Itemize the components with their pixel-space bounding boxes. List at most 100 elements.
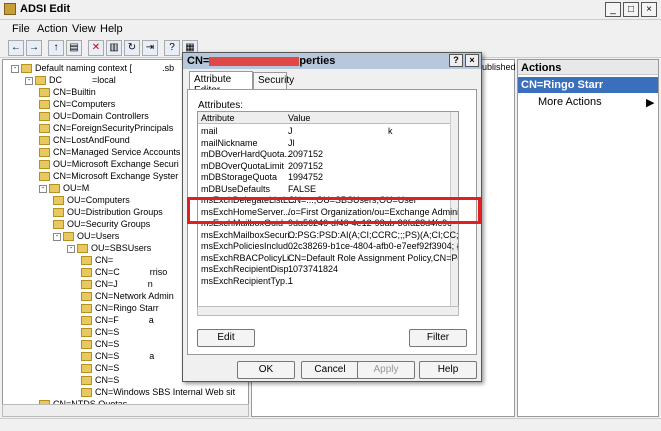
attribute-name: msExchRBACPolicyLi... [201,252,297,263]
expand-toggle-icon[interactable]: - [11,64,19,73]
apply-button[interactable]: Apply [357,361,415,379]
column-value[interactable]: Value [285,112,450,124]
expand-toggle-icon[interactable]: - [25,76,33,85]
tree-item[interactable]: OU=Security Groups [53,218,150,230]
tree-horizontal-scrollbar[interactable] [2,404,249,417]
expand-toggle-icon[interactable]: - [67,244,75,253]
actions-selected-item[interactable]: CN=Ringo Starr [518,77,658,93]
up-folder-icon[interactable]: ↑ [48,40,64,56]
tree-item[interactable]: - OU=M [39,182,89,194]
attribute-row[interactable]: mDBUseDefaults FALSE [198,183,448,195]
forward-arrow-icon[interactable]: → [26,40,42,56]
tree-item-label: OU=M [63,183,90,193]
more-actions-link[interactable]: More Actions ▶ [538,96,654,109]
menu-action[interactable]: Action [37,23,68,35]
tree-item[interactable]: CN= [81,254,113,266]
tree-item[interactable]: CN=S a [81,350,154,362]
minimize-button[interactable]: _ [605,2,621,17]
cancel-button[interactable]: Cancel [301,361,359,379]
maximize-button[interactable]: □ [623,2,639,17]
attribute-row[interactable]: mail Jk [198,125,448,137]
attribute-row[interactable]: mDBOverHardQuota... 2097152 [198,148,448,160]
attribute-name: mDBUseDefaults [201,183,271,194]
tree-item[interactable]: CN=Builtin [39,86,96,98]
dialog-help-button[interactable]: ? [449,54,463,67]
tree-item-label: OU=Distribution Groups [67,207,163,217]
tree-item[interactable]: CN=ForeignSecurityPrincipals [39,122,173,134]
tree-item[interactable]: CN=S [81,338,119,350]
help-button[interactable]: Help [419,361,477,379]
tab-security[interactable]: Security [253,72,294,89]
tree-item-label: DC [49,75,62,85]
attribute-value: 2097152 [288,160,324,171]
dialog-close-button[interactable]: × [465,54,479,67]
tree-item[interactable]: - DC =local [25,74,116,86]
edit-button[interactable]: Edit [197,329,255,347]
tree-item[interactable]: CN=J n [81,278,153,290]
expand-toggle-icon[interactable]: - [53,232,61,241]
highlight-box [187,197,481,224]
tree-item[interactable]: CN=Windows SBS Internal Web sit [81,386,235,398]
folder-icon [39,88,50,98]
attribute-row[interactable]: mDBOverQuotaLimit 2097152 [198,160,448,172]
tree-item-label: CN=J [95,279,118,289]
dialog-title-suffix: perties [299,55,336,67]
tree-item[interactable]: CN=Network Admin [81,290,174,302]
attribute-row[interactable]: msExchRBACPolicyLi... CN=Default Role Ass… [198,252,458,264]
tree-item[interactable]: - Default naming context [.sb [11,62,174,74]
attribute-row[interactable]: msExchMailboxSecuri... O:PSG:PSD:AI(A;CI;… [198,229,458,241]
tree-item[interactable]: CN=Computers [39,98,115,110]
column-attribute[interactable]: Attribute [198,112,285,124]
tree-item-label: CN=LostAndFound [53,135,130,145]
export-list-icon[interactable]: ⇥ [142,40,158,56]
attribute-row[interactable]: mailNickname Jl [198,137,448,149]
expand-toggle-icon[interactable]: - [39,184,47,193]
attribute-value: J [288,126,293,136]
show-tree-icon[interactable]: ▤ [66,40,82,56]
menu-view[interactable]: View [72,23,96,35]
tree-item[interactable]: - OU=Users [53,230,119,242]
folder-icon [81,352,92,362]
filter-button[interactable]: Filter [409,329,467,347]
tree-item[interactable]: - OU=SBSUsers [67,242,151,254]
folder-icon [81,376,92,386]
tree-item-suffix: rriso [149,267,168,277]
tree-item[interactable]: CN=Ringo Starr [81,302,159,314]
close-button[interactable]: × [641,2,657,17]
folder-icon [39,100,50,110]
properties-icon[interactable]: ▥ [106,40,122,56]
folder-icon [81,268,92,278]
tree-item[interactable]: CN=Managed Service Accounts [39,146,180,158]
tree-item[interactable]: OU=Computers [53,194,130,206]
tree-item[interactable]: OU=Domain Controllers [39,110,149,122]
attribute-row[interactable]: msExchPoliciesInclud... 02c38269-b1ce-480… [198,240,458,252]
menu-file[interactable]: File [12,23,30,35]
tree-item[interactable]: CN=Microsoft Exchange Syster [39,170,178,182]
dialog-title-bar: CN= perties ? × [183,53,481,69]
tree-item[interactable]: CN=S [81,362,119,374]
back-arrow-icon[interactable]: ← [8,40,24,56]
menu-help[interactable]: Help [100,23,123,35]
tree-item[interactable]: CN=S [81,326,119,338]
attribute-row[interactable]: mDBStorageQuota 1994752 [198,171,448,183]
tree-item[interactable]: CN=LostAndFound [39,134,130,146]
attribute-row[interactable]: msExchRecipientTyp... 1 [198,275,448,287]
tree-item[interactable]: CN=F a [81,314,154,326]
ok-button[interactable]: OK [237,361,295,379]
help-icon[interactable]: ? [164,40,180,56]
tree-item[interactable]: CN=C rriso [81,266,167,278]
tree-item[interactable]: OU=Distribution Groups [53,206,163,218]
delete-icon[interactable]: ✕ [88,40,104,56]
grid-horizontal-scrollbar[interactable] [197,306,459,316]
menu-bar: File Action View Help [0,20,661,38]
tree-item[interactable]: CN=S [81,374,119,386]
tree-item-suffix: n [147,279,153,289]
refresh-icon[interactable]: ↻ [124,40,140,56]
attribute-row[interactable]: msExchRecipientDisp... 1073741824 [198,263,448,275]
attribute-value-suffix: k [388,126,393,136]
window-title: ADSI Edit [20,3,71,15]
folder-icon [21,64,32,74]
tree-item[interactable]: OU=Microsoft Exchange Securi [39,158,179,170]
tab-attribute-editor[interactable]: Attribute Editor [189,71,253,96]
tree-item-label: CN= [95,255,114,265]
